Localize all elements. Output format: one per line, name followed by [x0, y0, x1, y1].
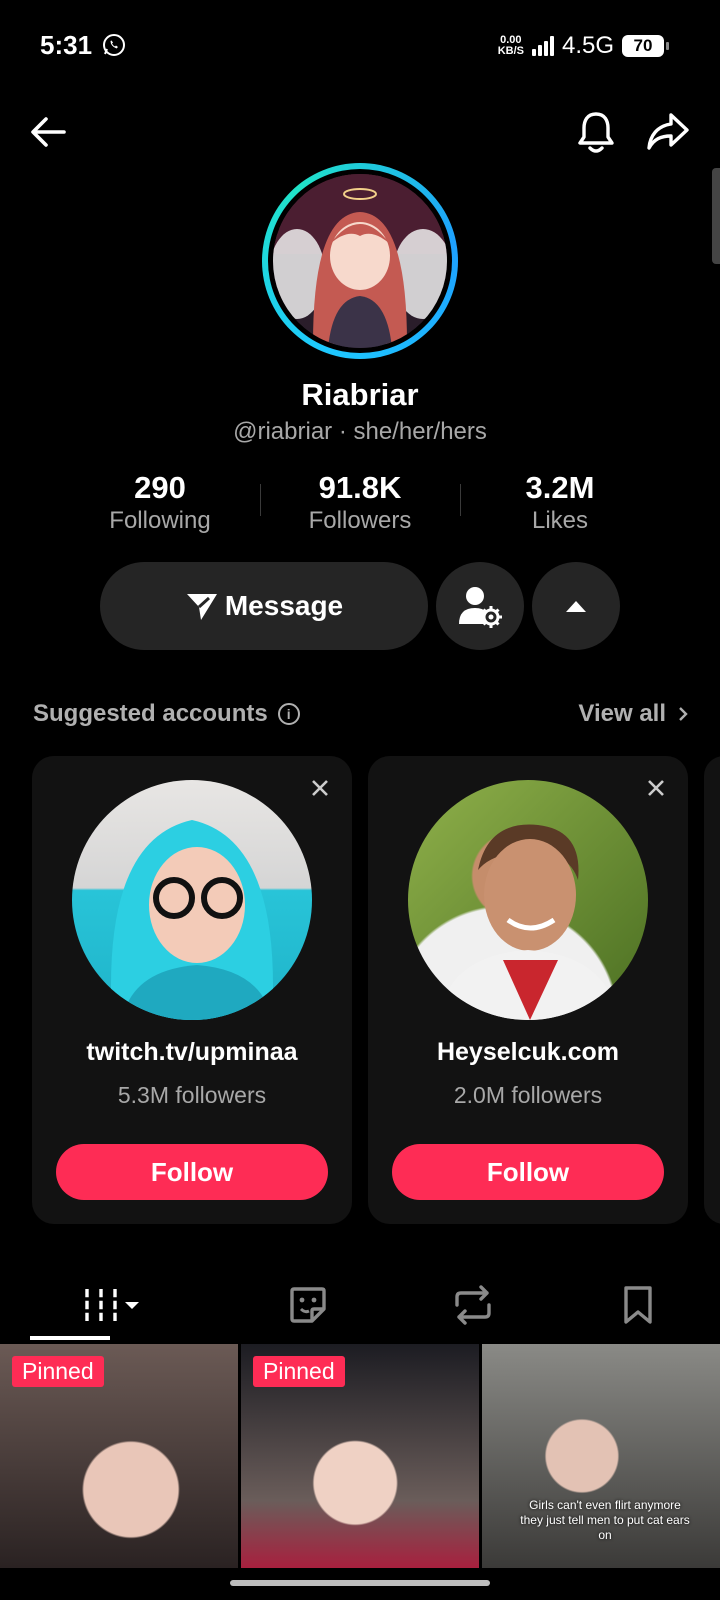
suggested-avatar[interactable] — [72, 780, 312, 1020]
suggested-avatar[interactable] — [408, 780, 648, 1020]
network-speed-unit: KB/S — [497, 45, 524, 57]
bell-icon — [578, 112, 614, 153]
chevron-right-icon — [679, 707, 688, 721]
view-all-label: View all — [578, 700, 666, 727]
share-icon — [647, 113, 689, 150]
close-icon — [648, 780, 664, 796]
suggested-accounts-header: Suggested accounts i — [33, 700, 300, 728]
video-thumbnail[interactable]: Pinned — [241, 1344, 479, 1568]
suggested-account-card-partial[interactable] — [704, 756, 720, 1224]
signal-icon — [531, 36, 554, 56]
battery-level: 70 — [633, 36, 653, 55]
friend-settings-button[interactable] — [436, 562, 524, 650]
suggested-followers: 5.3M followers — [117, 1082, 267, 1108]
avatar-image — [273, 174, 447, 348]
message-label: Message — [224, 590, 344, 621]
video-caption: Girls can't even flirt anymore they just… — [520, 1498, 690, 1542]
message-button[interactable]: Message — [100, 562, 428, 650]
home-indicator[interactable] — [230, 1580, 490, 1586]
info-icon[interactable]: i — [277, 703, 300, 725]
suggested-followers: 2.0M followers — [453, 1082, 603, 1108]
scroll-indicator[interactable] — [712, 168, 720, 264]
network-type: 4.5G — [561, 32, 614, 59]
suggested-name: twitch.tv/upminaa — [86, 1038, 298, 1066]
stat-followers[interactable]: 91.8K Followers — [260, 470, 460, 536]
pinned-badge: Pinned — [12, 1356, 104, 1387]
view-all-link[interactable]: View all — [578, 700, 688, 728]
tab-saved[interactable] — [555, 1270, 720, 1340]
profile-stats: 290 Following 91.8K Followers 3.2M Likes — [60, 470, 660, 536]
send-icon — [186, 594, 217, 620]
sticker-icon — [290, 1287, 327, 1323]
profile-handle: @riabriar · she/her/hers — [233, 418, 487, 445]
suggested-name: Heyselcuk.com — [436, 1038, 620, 1066]
tab-stickers[interactable] — [226, 1270, 391, 1340]
stat-label: Followers — [308, 507, 412, 534]
dismiss-button[interactable] — [306, 774, 334, 802]
bookmark-icon — [623, 1286, 652, 1324]
suggested-accounts-title: Suggested accounts — [33, 700, 268, 727]
stat-following[interactable]: 290 Following — [60, 470, 260, 536]
profile-avatar[interactable] — [262, 163, 458, 359]
suggested-toggle-button[interactable] — [532, 562, 620, 650]
video-thumbnail[interactable]: Pinned — [0, 1344, 238, 1568]
profile-name: Riabriar — [301, 377, 419, 412]
pinned-badge: Pinned — [253, 1356, 345, 1387]
stat-likes[interactable]: 3.2M Likes — [460, 470, 660, 536]
dismiss-button[interactable] — [642, 774, 670, 802]
stat-value: 290 — [134, 470, 186, 505]
friend-settings-icon — [459, 587, 502, 628]
share-button[interactable] — [640, 104, 696, 160]
notifications-button[interactable] — [568, 104, 624, 160]
status-time: 5:31 — [40, 30, 93, 60]
grid-icon — [83, 1289, 139, 1321]
repost-icon — [455, 1285, 491, 1325]
stat-label: Likes — [531, 507, 589, 534]
suggested-account-card[interactable]: twitch.tv/upminaa 5.3M followers Follow — [32, 756, 352, 1224]
suggested-account-card[interactable]: Heyselcuk.com 2.0M followers Follow — [368, 756, 688, 1224]
back-arrow-icon — [31, 117, 66, 147]
whatsapp-icon — [103, 34, 125, 56]
follow-button[interactable]: Follow — [392, 1144, 664, 1200]
stat-value: 3.2M — [525, 470, 595, 505]
follow-button[interactable]: Follow — [56, 1144, 328, 1200]
tab-reposts[interactable] — [391, 1270, 556, 1340]
top-nav — [0, 104, 720, 168]
back-button[interactable] — [20, 104, 76, 160]
tab-videos[interactable] — [0, 1270, 226, 1340]
profile-tabs — [0, 1270, 720, 1340]
battery-icon: 70 — [622, 35, 669, 57]
close-icon — [312, 780, 328, 796]
caret-up-icon — [566, 601, 586, 612]
stat-value: 91.8K — [318, 470, 402, 505]
status-bar: 5:31 0.00 KB/S 4.5G 70 — [0, 0, 720, 92]
stat-label: Following — [109, 507, 211, 534]
